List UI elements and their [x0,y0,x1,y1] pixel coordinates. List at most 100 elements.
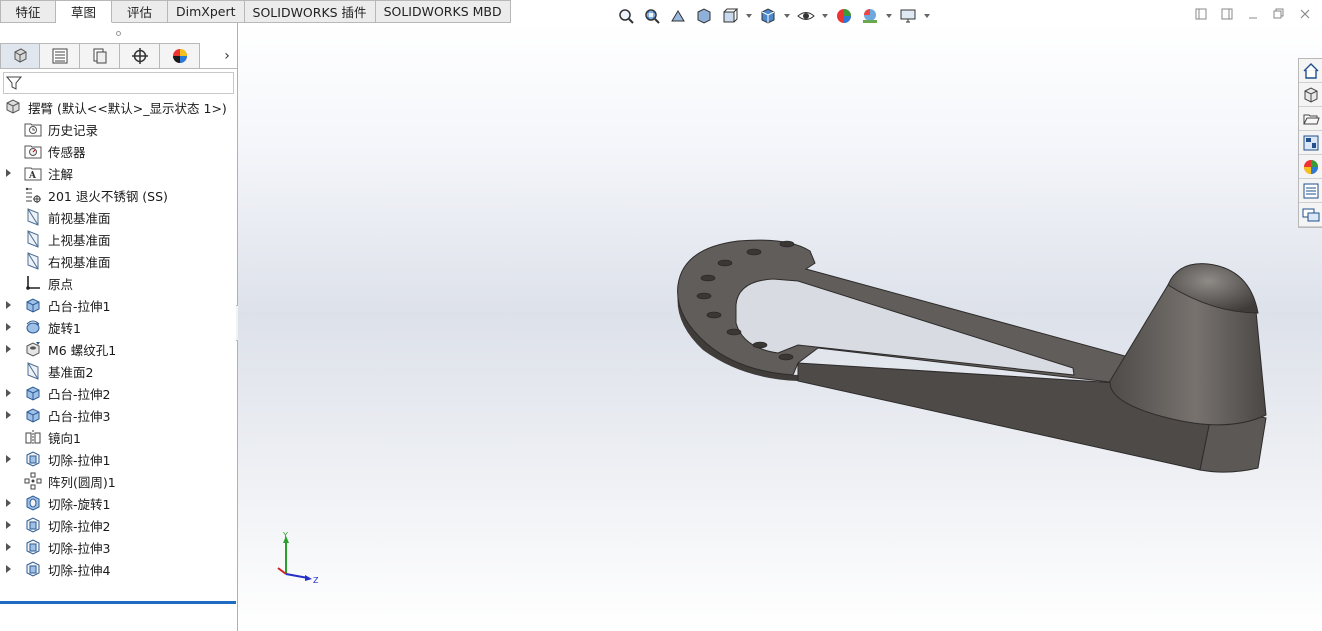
dimxpert-manager-tab[interactable] [120,43,160,69]
apply-scene-dropdown[interactable] [885,6,893,26]
tree-node-label: 201 退火不锈钢 (SS) [48,188,168,204]
tree-node[interactable]: 切除-拉伸3 [0,536,237,558]
root-label: 摆臂 (默认<<默认>_显示状态 1>) [28,100,227,116]
tree-node[interactable]: M6 螺纹孔1 [0,338,237,360]
section-view-button[interactable] [693,6,715,26]
expand-arrow-icon[interactable] [6,389,11,397]
design-library-tab[interactable] [1299,83,1322,107]
expand-arrow-icon[interactable] [6,411,11,419]
cut-extrude-icon [24,516,42,534]
display-style-button[interactable] [757,6,779,26]
tree-node[interactable]: 切除-旋转1 [0,492,237,514]
tab-sketch[interactable]: 草图 [56,0,112,23]
expand-arrow-icon[interactable] [6,169,11,177]
zoom-to-fit-button[interactable] [615,6,637,26]
annotation-folder-icon: A [24,164,42,182]
tile-right-button[interactable] [1218,5,1236,23]
tree-node[interactable]: A 注解 [0,162,237,184]
feature-tree-icon [14,48,27,63]
view-orientation-button[interactable] [719,6,741,26]
tree-filter[interactable] [3,72,234,94]
configuration-manager-tab[interactable] [80,43,120,69]
tree-node-label: 凸台-拉伸3 [48,408,111,424]
axis-triad: Y Z [277,532,319,585]
swing-arm-model[interactable] [668,223,1278,483]
tree-node[interactable]: 右视基准面 [0,250,237,272]
expand-arrow-icon[interactable] [6,455,11,463]
tab-evaluate[interactable]: 评估 [112,0,168,23]
restore-button[interactable] [1270,5,1288,23]
previous-view-button[interactable] [667,6,689,26]
task-pane-tabs [1298,58,1322,228]
tree-node[interactable]: 历史记录 [0,118,237,140]
property-manager-tab[interactable] [40,43,80,69]
appearances-scenes-tab[interactable] [1299,155,1322,179]
expand-arrow-icon[interactable] [6,565,11,573]
appearance-ball-icon [172,49,187,63]
heads-up-view-toolbar [615,5,931,27]
graphics-area[interactable]: Y Z [238,23,1322,631]
tree-node[interactable]: 阵列(圆周)1 [0,470,237,492]
tree-node-label: 注解 [48,166,74,182]
display-style-dropdown[interactable] [783,6,791,26]
custom-properties-tab[interactable] [1299,179,1322,203]
tree-node[interactable]: 凸台-拉伸1 [0,294,237,316]
sensor-folder-icon [24,142,42,160]
boss-extrude-icon [24,406,42,424]
tree-node[interactable]: 原点 [0,272,237,294]
expand-arrow-icon[interactable] [6,345,11,353]
tree-node[interactable]: 上视基准面 [0,228,237,250]
tree-node-label: 基准面2 [48,364,94,380]
tree-node[interactable]: 切除-拉伸4 [0,558,237,580]
tree-node[interactable]: 凸台-拉伸2 [0,382,237,404]
view-orientation-dropdown[interactable] [745,6,753,26]
cut-extrude-icon [24,538,42,556]
zoom-to-area-button[interactable] [641,6,663,26]
view-palette-tab[interactable] [1299,131,1322,155]
apply-scene-button[interactable] [859,6,881,26]
tree-node[interactable]: 切除-拉伸2 [0,514,237,536]
tile-left-button[interactable] [1192,5,1210,23]
tree-node[interactable]: 传感器 [0,140,237,162]
close-icon [1300,9,1310,19]
panel-splitter[interactable] [0,23,237,43]
display-manager-tab[interactable] [160,43,200,69]
hide-show-dropdown[interactable] [821,6,829,26]
expand-arrow-icon[interactable] [6,301,11,309]
tree-root-part[interactable]: 摆臂 (默认<<默认>_显示状态 1>) [0,96,237,118]
triad-y-label: Y [282,532,288,540]
edit-appearance-button[interactable] [833,6,855,26]
tab-solidworks-mbd[interactable]: SOLIDWORKS MBD [375,0,511,23]
tab-solidworks-addins[interactable]: SOLIDWORKS 插件 [244,0,376,23]
tree-node[interactable]: 凸台-拉伸3 [0,404,237,426]
view-settings-button[interactable] [897,6,919,26]
tree-node[interactable]: 基准面2 [0,360,237,382]
feature-manager-tab[interactable] [0,43,40,69]
tree-node[interactable]: 201 退火不锈钢 (SS) [0,184,237,206]
file-explorer-tab[interactable] [1299,107,1322,131]
minimize-button[interactable] [1244,5,1262,23]
tab-dimxpert[interactable]: DimXpert [168,0,245,23]
view-settings-dropdown[interactable] [923,6,931,26]
tree-node[interactable]: 前视基准面 [0,206,237,228]
expand-arrow-icon[interactable] [6,323,11,331]
section-view-icon [697,8,711,24]
expand-arrow-icon[interactable] [6,499,11,507]
tab-features[interactable]: 特征 [0,0,56,23]
tree-node[interactable]: 旋转1 [0,316,237,338]
solidworks-resources-tab[interactable] [1299,59,1322,83]
tree-node[interactable]: 镜向1 [0,426,237,448]
folder-open-icon [1302,114,1320,124]
hide-show-items-button[interactable] [795,6,817,26]
expand-arrow-icon[interactable] [6,543,11,551]
close-button[interactable] [1296,5,1314,23]
document-window-controls [1192,5,1314,23]
manager-more-button[interactable]: › [217,43,237,68]
part-icon [6,99,20,114]
tree-node[interactable]: 切除-拉伸1 [0,448,237,470]
revolve-icon [24,318,42,336]
expand-arrow-icon[interactable] [6,521,11,529]
rollback-bar[interactable] [0,601,236,604]
forum-tab[interactable] [1299,203,1322,227]
circular-pattern-icon [24,472,42,490]
